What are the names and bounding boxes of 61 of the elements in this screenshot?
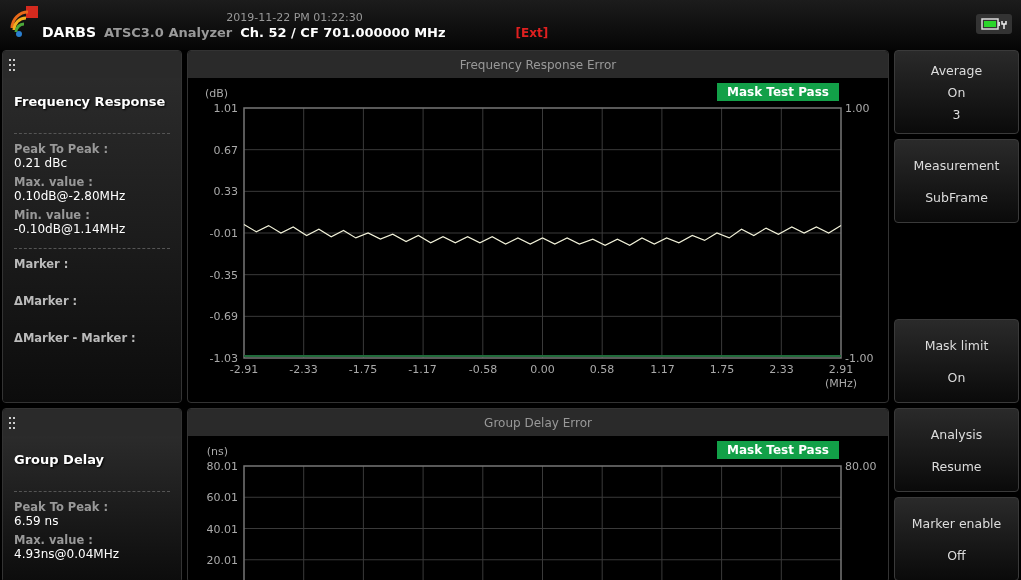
y-tick-label: 1.01 bbox=[213, 102, 238, 115]
stat-label: Max. value : bbox=[14, 175, 94, 189]
product-name: ATSC3.0 Analyzer bbox=[104, 25, 233, 40]
soft-key[interactable]: Mask limit On bbox=[894, 319, 1019, 403]
date-time: 2019-11-22 PM 01:22:30 bbox=[226, 11, 363, 24]
stat-value: 0.21 dBc bbox=[14, 156, 68, 170]
x-tick-label: -1.17 bbox=[408, 363, 437, 376]
y-axis-label: 40.01 bbox=[206, 522, 238, 536]
channel-frequency: Ch. 52 / CF 701.000000 MHz bbox=[240, 25, 446, 40]
battery-icon bbox=[976, 14, 1012, 34]
x-tick-label: 1.17 bbox=[650, 363, 675, 376]
x-axis-unit: (MHz) bbox=[824, 377, 858, 390]
x-tick-label: -0.58 bbox=[468, 363, 498, 376]
logo-icon bbox=[10, 6, 40, 40]
chart-title: Group Delay Error bbox=[484, 415, 592, 430]
chart-title: Frequency Response Error bbox=[459, 57, 617, 72]
y-axis-label: 60.01 bbox=[206, 491, 238, 505]
x-tick-label: -1.75 bbox=[348, 363, 378, 376]
brand-name: DARBS bbox=[42, 24, 96, 40]
reference-indicator: [Ext] bbox=[515, 26, 549, 40]
soft-key[interactable]: Measurement SubFrame bbox=[894, 139, 1019, 223]
marker-label: ΔMarker : bbox=[14, 294, 79, 308]
y-tick-label: -1.03 bbox=[209, 352, 238, 365]
y-axis-unit: (dB) bbox=[204, 87, 228, 100]
x-tick-label: -2.33 bbox=[289, 363, 318, 376]
soft-key[interactable]: Marker enable Off bbox=[894, 497, 1019, 580]
panel-title: Frequency Response bbox=[14, 94, 167, 109]
mask-limit-label: 80.00 bbox=[845, 460, 877, 473]
stat-label: Max. value : bbox=[14, 533, 94, 547]
drag-handle-icon[interactable] bbox=[9, 58, 15, 71]
stat-label: Peak To Peak : bbox=[14, 500, 110, 514]
y-axis-label: 80.01 bbox=[206, 460, 238, 473]
y-tick-label: 0.33 bbox=[213, 185, 238, 199]
panel-title: Group Delay bbox=[14, 452, 105, 467]
x-tick-label: 2.33 bbox=[769, 363, 794, 376]
marker-label: Marker : bbox=[14, 257, 70, 271]
soft-key[interactable]: Analysis Resume bbox=[894, 408, 1019, 492]
y-tick-label: -0.01 bbox=[209, 227, 238, 240]
y-tick-label: -0.35 bbox=[209, 268, 238, 282]
stat-value: 0.10dB@-2.80MHz bbox=[14, 189, 127, 203]
soft-key[interactable]: Average On 3 bbox=[894, 50, 1019, 134]
mask-test-badge: Mask Test Pass bbox=[717, 441, 839, 459]
x-tick-label: 1.75 bbox=[709, 363, 735, 376]
y-tick-label: 0.67 bbox=[213, 143, 238, 157]
y-axis-unit: (ns) bbox=[206, 445, 228, 458]
x-tick-label: 2.91 bbox=[828, 363, 854, 376]
y-axis-label: 20.01 bbox=[206, 553, 238, 567]
mask-limit-label: 1.00 bbox=[845, 102, 870, 115]
stat-label: Min. value : bbox=[14, 208, 91, 222]
stat-value: 6.59 ns bbox=[14, 514, 60, 528]
x-tick-label: 0.58 bbox=[589, 363, 615, 376]
mask-test-badge: Mask Test Pass bbox=[717, 83, 839, 101]
x-tick-label: -2.91 bbox=[229, 363, 259, 376]
x-tick-label: 0.00 bbox=[530, 363, 555, 376]
drag-handle-icon[interactable] bbox=[9, 416, 15, 429]
stat-label: Peak To Peak : bbox=[14, 142, 110, 156]
stat-value: 4.93ns@0.04MHz bbox=[14, 547, 120, 561]
y-tick-label: -0.69 bbox=[209, 310, 238, 324]
marker-label: ΔMarker - Marker : bbox=[14, 331, 137, 345]
mask-limit-label: -1.00 bbox=[845, 352, 874, 365]
stat-value: -0.10dB@1.14MHz bbox=[14, 222, 127, 236]
